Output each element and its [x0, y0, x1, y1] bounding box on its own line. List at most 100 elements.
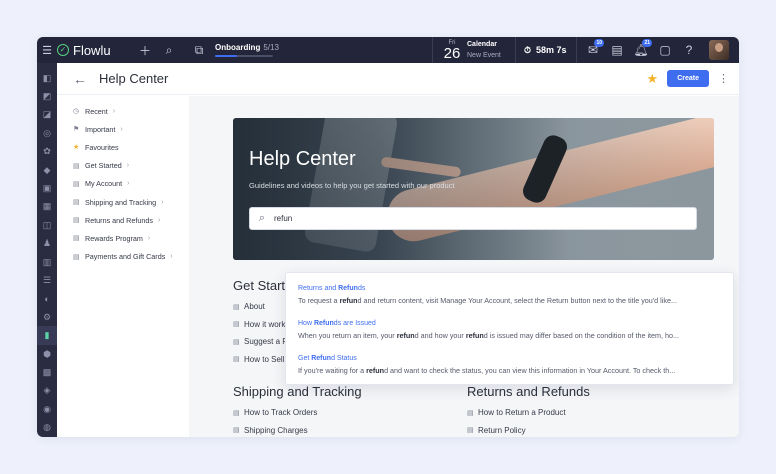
onboarding-bar-fill	[215, 55, 238, 57]
chevron-right-icon: ›	[127, 180, 130, 188]
notification-badge: 21	[642, 39, 652, 47]
calendar-title: Calendar	[467, 41, 497, 48]
search-result-title: Get Refund Status	[298, 355, 357, 362]
search-result-item[interactable]: How Refunds are Issued When you return an…	[286, 318, 733, 353]
sidebar-item[interactable]: ▤ Rewards Program ›	[57, 229, 189, 247]
rail-item-5-icon[interactable]: ✿	[37, 143, 57, 161]
brand[interactable]: ✓ Flowlu	[57, 43, 133, 58]
chevron-right-icon: ›	[120, 125, 123, 133]
search-box[interactable]: ⌕	[249, 207, 697, 230]
document-icon: ▤	[233, 356, 240, 364]
rail-item-2-icon[interactable]: ◩	[37, 87, 57, 105]
hero-banner: Help Center Guidelines and videos to hel…	[233, 118, 714, 260]
rail-item-16-icon[interactable]: ⬢	[37, 345, 57, 363]
search-icon: ⌕	[258, 212, 266, 224]
rail-item-12-icon[interactable]: ☰	[37, 271, 57, 289]
chevron-right-icon: ›	[126, 162, 130, 170]
document-icon: ▤	[233, 409, 240, 417]
date-number: 26	[443, 44, 461, 62]
rail-item-10-icon[interactable]: ♟	[37, 235, 57, 253]
avatar[interactable]	[709, 40, 729, 60]
menu-icon[interactable]: ☰	[37, 44, 57, 57]
search-result-item[interactable]: Returns and Refunds To request a refund a…	[286, 283, 733, 318]
timer-widget[interactable]: ⏱ 58m 7s	[516, 45, 576, 56]
doc-icon: ▤	[73, 253, 80, 261]
sidebar-item-label: Recent	[85, 106, 108, 116]
rail-item-8-icon[interactable]: ▦	[37, 198, 57, 216]
clock-icon: ◷	[73, 108, 80, 116]
mail-icon[interactable]: ✉ 10	[581, 39, 605, 57]
top-bar: ☰ ✓ Flowlu ＋ ⌕ ⧉ Onboarding 5/13 Fri 26 C…	[37, 37, 739, 63]
document-icon: ▤	[467, 409, 474, 417]
rail-item-18-icon[interactable]: ◈	[37, 382, 57, 400]
rail-item-4-icon[interactable]: ◎	[37, 124, 57, 142]
flag-icon: ⚑	[73, 126, 80, 134]
sidebar-item[interactable]: ▤ Returns and Refunds ›	[57, 211, 189, 229]
star-icon: ★	[73, 144, 80, 152]
rail-item-20-icon[interactable]: ◍	[37, 418, 57, 436]
main-content: Help Center Guidelines and videos to hel…	[189, 96, 739, 437]
mail-badge: 10	[594, 39, 604, 47]
hero-subtitle: Guidelines and videos to help you get st…	[249, 181, 455, 190]
back-arrow-icon[interactable]: ←	[73, 71, 87, 87]
date-widget[interactable]: Fri 26	[437, 40, 467, 61]
sidebar-item[interactable]: ▤ Get Started ›	[57, 157, 189, 175]
doc-icon: ▤	[73, 217, 80, 225]
favourite-star-icon[interactable]: ★	[647, 71, 659, 87]
sidebar-item[interactable]: ▤ My Account ›	[57, 175, 189, 193]
rail-item-7-icon[interactable]: ▣	[37, 179, 57, 197]
page-title: Help Center	[99, 71, 169, 86]
document-icon: ▤	[467, 427, 474, 435]
article-link-label: How to Return a Product	[478, 408, 566, 418]
rail-item-6-icon[interactable]: ◆	[37, 161, 57, 179]
calendar-widget[interactable]: Calendar New Event	[467, 39, 515, 61]
search-result-title: Returns and Refunds	[298, 285, 366, 292]
more-options-icon[interactable]: ⋮	[718, 72, 729, 85]
sidebar-item-label: Shipping and Tracking	[85, 197, 157, 207]
stopwatch-icon: ⏱	[524, 44, 532, 55]
rail-item-3-icon[interactable]: ◪	[37, 106, 57, 124]
onboarding-icon[interactable]: ⧉	[187, 43, 211, 58]
rail-item-9-icon[interactable]: ◫	[37, 216, 57, 234]
sidebar-item[interactable]: ▤ Payments and Gift Cards ›	[57, 248, 189, 266]
sidebar-item-label: Returns and Refunds	[85, 215, 153, 225]
article-link[interactable]: ▤ How to Track Orders	[233, 404, 463, 422]
rail-item-1-icon[interactable]: ◧	[37, 69, 57, 87]
plus-icon[interactable]: ＋	[133, 42, 157, 59]
search-result-desc: When you return an item, your refund and…	[298, 331, 680, 340]
rail-item-19-icon[interactable]: ◉	[37, 400, 57, 418]
search-icon[interactable]: ⌕	[157, 43, 181, 58]
bell-icon[interactable]: 🔔︎ 21	[629, 39, 653, 57]
document-icon: ▤	[233, 338, 240, 346]
rail-item-11-icon[interactable]: ▥	[37, 253, 57, 271]
sidebar-item[interactable]: ▤ Shipping and Tracking ›	[57, 193, 189, 211]
document-icon: ▤	[233, 427, 240, 435]
chevron-right-icon: ›	[157, 216, 161, 224]
article-link[interactable]: ▤ Return Policy	[467, 422, 697, 438]
article-link[interactable]: ▤ Shipping Charges	[233, 422, 463, 438]
doc-icon: ▤	[73, 180, 80, 188]
create-button[interactable]: Create	[667, 70, 709, 87]
document-icon: ▤	[233, 321, 240, 329]
sidebar-item[interactable]: ⚑ Important ›	[57, 120, 189, 138]
rail-item-17-icon[interactable]: ▩	[37, 363, 57, 381]
sidebar-item[interactable]: ◷ Recent ›	[57, 102, 189, 120]
sidebar-item[interactable]: ★ Favourites	[57, 138, 189, 156]
search-result-item[interactable]: Get Refund Status If you're waiting for a…	[286, 353, 733, 388]
rail-item-14-icon[interactable]: ⚙	[37, 308, 57, 326]
sidebar-item-label: Rewards Program	[85, 233, 143, 243]
article-link[interactable]: ▤ How to Return a Product	[467, 404, 697, 422]
help-icon[interactable]: ?	[677, 43, 701, 57]
tasks-icon[interactable]: ▤	[605, 43, 629, 57]
calendar-new-event[interactable]: New Event	[467, 50, 515, 61]
chevron-right-icon: ›	[170, 253, 173, 261]
sidebar-item-label: Payments and Gift Cards	[85, 252, 166, 262]
chat-icon[interactable]: ▢	[653, 43, 677, 57]
onboarding-progress[interactable]: Onboarding 5/13	[215, 43, 279, 57]
rail-item-13-icon[interactable]: ◐	[37, 290, 57, 308]
search-results-dropdown: Returns and Refunds To request a refund a…	[285, 272, 734, 385]
rail-item-knowledge-base-icon[interactable]: ▮	[37, 326, 57, 345]
chevron-right-icon: ›	[112, 107, 116, 115]
search-input[interactable]	[274, 214, 674, 223]
sidebar-item-label: Favourites	[85, 142, 119, 152]
